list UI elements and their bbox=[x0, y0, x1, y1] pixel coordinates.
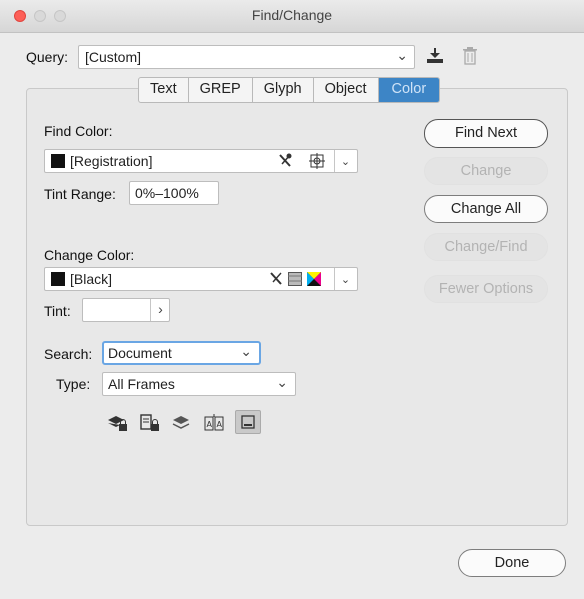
save-query-icon[interactable] bbox=[426, 46, 444, 66]
find-color-dropdown[interactable]: ⌄ bbox=[334, 150, 356, 172]
type-value: All Frames bbox=[108, 376, 175, 392]
chevron-down-icon: ⌄ bbox=[340, 274, 351, 286]
done-button[interactable]: Done bbox=[458, 549, 566, 577]
query-select[interactable]: [Custom] ⌄ bbox=[78, 45, 415, 69]
tab-text[interactable]: Text bbox=[139, 78, 189, 102]
include-locked-stories-icon[interactable] bbox=[140, 414, 160, 435]
chevron-down-icon: ⌄ bbox=[240, 343, 252, 359]
tint-input[interactable]: › bbox=[82, 298, 170, 322]
black-swatch bbox=[51, 272, 65, 286]
include-footnotes-toggle[interactable] bbox=[235, 410, 261, 434]
find-color-field[interactable]: [Registration] ⌄ bbox=[44, 149, 358, 173]
tab-object[interactable]: Object bbox=[314, 78, 379, 102]
registration-swatch bbox=[51, 154, 65, 168]
chevron-down-icon: ⌄ bbox=[396, 47, 408, 63]
change-color-label: Change Color: bbox=[44, 247, 135, 263]
find-next-button[interactable]: Find Next bbox=[424, 119, 548, 148]
tint-range-label: Tint Range: bbox=[44, 186, 116, 202]
eyedropper-icon[interactable] bbox=[277, 152, 293, 173]
search-select[interactable]: Document ⌄ bbox=[102, 341, 261, 365]
chevron-right-icon: › bbox=[158, 301, 163, 317]
change-button[interactable]: Change bbox=[424, 157, 548, 185]
footnotes-icon bbox=[241, 415, 255, 429]
type-select[interactable]: All Frames ⌄ bbox=[102, 372, 296, 396]
query-value: [Custom] bbox=[85, 49, 142, 65]
search-label: Search: bbox=[44, 346, 93, 362]
change-all-button[interactable]: Change All bbox=[424, 195, 548, 223]
eyedropper-icon[interactable] bbox=[269, 271, 283, 290]
change-find-button[interactable]: Change/Find bbox=[424, 233, 548, 261]
fewer-options-button[interactable]: Fewer Options bbox=[424, 275, 548, 303]
change-color-value: [Black] bbox=[70, 271, 113, 287]
svg-text:A: A bbox=[217, 420, 223, 429]
tab-grep[interactable]: GREP bbox=[189, 78, 253, 102]
tab-bar: Text GREP Glyph Object Color bbox=[138, 77, 441, 103]
type-label: Type: bbox=[56, 376, 91, 392]
svg-text:A: A bbox=[207, 420, 213, 429]
change-color-dropdown[interactable]: ⌄ bbox=[334, 268, 356, 290]
include-master-pages-icon[interactable]: AA bbox=[204, 414, 224, 435]
tint-stepper[interactable]: › bbox=[150, 299, 170, 321]
registration-icon[interactable] bbox=[309, 153, 325, 172]
tint-range-value: 0%–100% bbox=[135, 185, 199, 201]
find-color-value: [Registration] bbox=[70, 153, 153, 169]
tab-glyph[interactable]: Glyph bbox=[253, 78, 314, 102]
chevron-down-icon: ⌄ bbox=[276, 374, 288, 390]
cmyk-swatch-icon[interactable] bbox=[307, 272, 321, 289]
window-title: Find/Change bbox=[251, 7, 333, 23]
include-locked-layers-icon[interactable] bbox=[108, 414, 128, 435]
pattern-swatch-icon[interactable] bbox=[288, 272, 302, 289]
chevron-down-icon: ⌄ bbox=[340, 156, 351, 168]
change-color-field[interactable]: [Black] ⌄ bbox=[44, 267, 358, 291]
tint-range-input[interactable]: 0%–100% bbox=[129, 181, 219, 205]
include-hidden-layers-icon[interactable] bbox=[172, 415, 190, 434]
tab-color[interactable]: Color bbox=[378, 78, 440, 102]
tint-label: Tint: bbox=[44, 303, 71, 319]
trash-icon[interactable] bbox=[462, 46, 478, 66]
find-color-label: Find Color: bbox=[44, 123, 113, 139]
query-label: Query: bbox=[26, 49, 69, 65]
search-value: Document bbox=[108, 345, 172, 361]
